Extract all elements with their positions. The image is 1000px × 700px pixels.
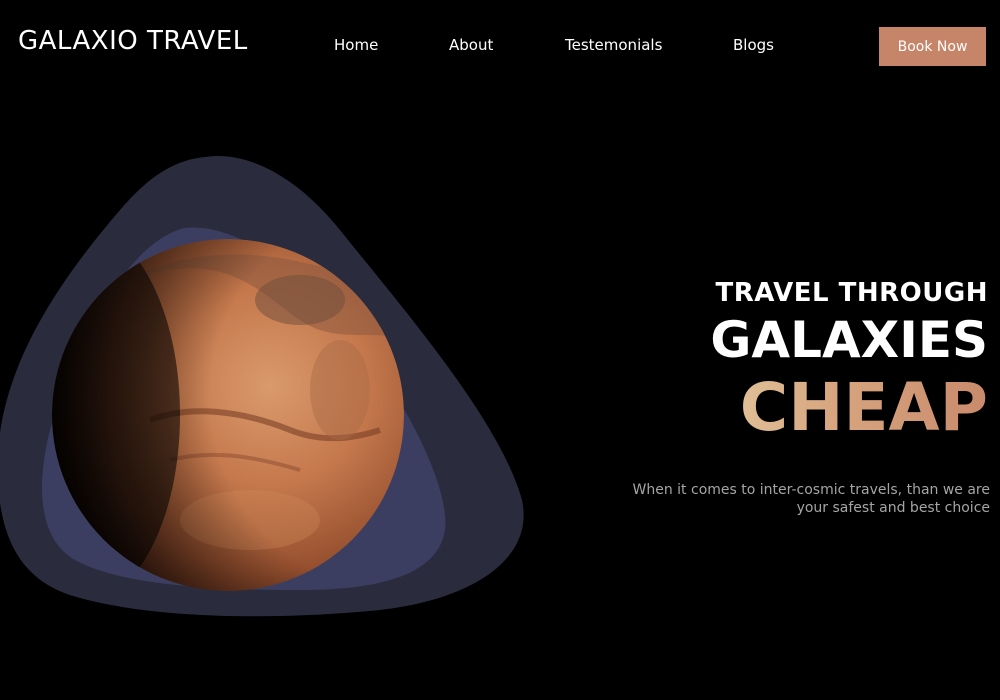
nav-testimonials-link[interactable]: Testemonials (565, 36, 662, 54)
headline-line-3: CHEAP (710, 370, 988, 446)
headline-line-2: GALAXIES (710, 311, 988, 369)
book-now-button[interactable]: Book Now (879, 27, 986, 66)
hero-illustration (0, 156, 524, 617)
nav-blogs-link[interactable]: Blogs (733, 36, 774, 54)
hero-tagline: When it comes to inter-cosmic travels, t… (632, 482, 990, 516)
main-nav: Home About Testemonials Blogs (0, 36, 1000, 58)
nav-about-link[interactable]: About (449, 36, 493, 54)
nav-home-link[interactable]: Home (334, 36, 378, 54)
hero-headline: TRAVEL THROUGH GALAXIES CHEAP (710, 276, 988, 446)
headline-line-1: TRAVEL THROUGH (715, 278, 988, 308)
